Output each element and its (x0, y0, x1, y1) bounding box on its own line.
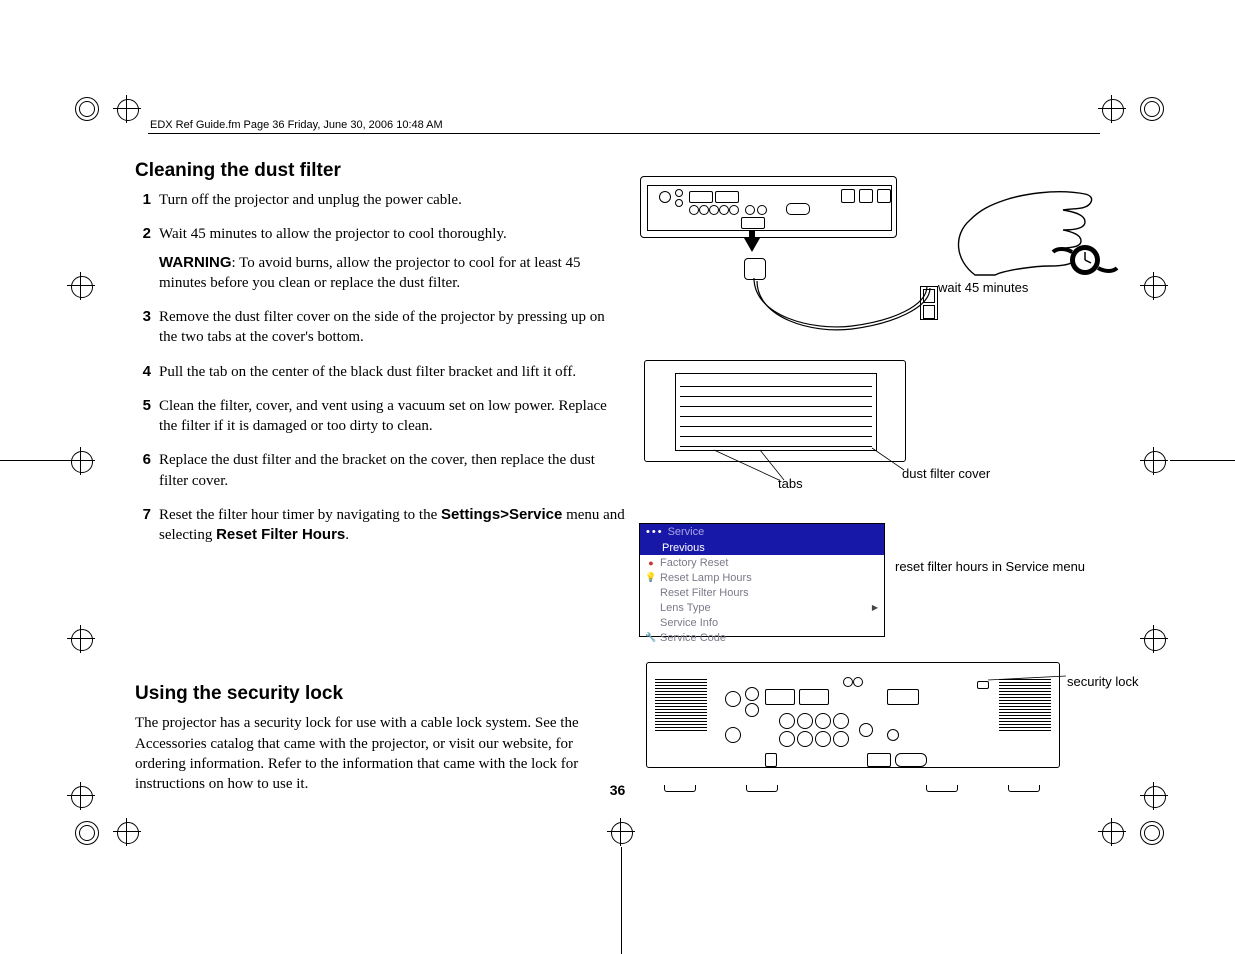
menu-item-reset-lamp: 💡Reset Lamp Hours (640, 570, 884, 585)
figure-unplug-projector (640, 176, 920, 346)
warning-label: WARNING (159, 254, 232, 271)
wall-outlet-icon (920, 286, 938, 320)
section-title-cleaning: Cleaning the dust filter (135, 160, 625, 182)
service-menu-caption: reset filter hours in Service menu (895, 559, 1085, 574)
crop-line-icon (0, 460, 68, 461)
arrow-down-icon (744, 238, 760, 252)
registration-dot-icon (75, 821, 99, 845)
crop-line-icon (621, 847, 622, 954)
running-head: EDX Ref Guide.fm Page 36 Friday, June 30… (150, 119, 443, 131)
chevron-right-icon: ▶ (872, 603, 878, 612)
registration-mark-icon (1140, 625, 1168, 653)
registration-mark-icon (67, 447, 95, 475)
service-menu-title: Service (668, 526, 705, 538)
registration-dot-icon (1140, 821, 1164, 845)
wait-45-label: wait 45 minutes (938, 280, 1028, 295)
menu-item-service-code: 🔧Service Code (640, 630, 884, 645)
security-lock-label: security lock (1067, 674, 1139, 689)
step-7-part-a: Reset the filter hour timer by navigatin… (159, 507, 441, 523)
registration-mark-icon (113, 95, 141, 123)
step-7: Reset the filter hour timer by navigatin… (135, 505, 625, 546)
registration-mark-icon (113, 818, 141, 846)
menu-item-previous: Previous (640, 540, 884, 555)
registration-mark-icon (67, 272, 95, 300)
step-2: Wait 45 minutes to allow the projector t… (135, 224, 625, 293)
power-cord-illustration (752, 276, 932, 336)
manual-page: EDX Ref Guide.fm Page 36 Friday, June 30… (0, 0, 1235, 954)
step-1: Turn off the projector and unplug the po… (135, 190, 625, 210)
registration-dot-icon (75, 97, 99, 121)
step-7-part-e: . (345, 527, 349, 543)
registration-mark-icon (607, 818, 635, 846)
hand-watch-illustration (935, 180, 1135, 290)
figure-wait-hand (935, 180, 1165, 290)
steps-list: Turn off the projector and unplug the po… (135, 190, 625, 545)
vent-grille-icon (655, 677, 707, 755)
step-4: Pull the tab on the center of the black … (135, 362, 625, 382)
step-3: Remove the dust filter cover on the side… (135, 307, 625, 348)
page-number: 36 (0, 782, 1235, 798)
step-6: Replace the dust filter and the bracket … (135, 450, 625, 491)
menu-item-reset-filter: Reset Filter Hours (640, 585, 884, 600)
section-title-security: Using the security lock (135, 683, 625, 705)
service-menu-title-bar: •••Service (640, 524, 884, 540)
tabs-label: tabs (778, 476, 803, 491)
section-security-lock: Using the security lock The projector ha… (135, 683, 625, 794)
service-menu-screenshot: •••Service Previous ●Factory Reset 💡Rese… (639, 523, 885, 637)
step-7-menu-path: Settings>Service (441, 506, 562, 523)
projector-top-illustration (640, 176, 897, 238)
registration-mark-icon (67, 625, 95, 653)
registration-dot-icon (1140, 97, 1164, 121)
step-5: Clean the filter, cover, and vent using … (135, 396, 625, 437)
step-7-menu-item: Reset Filter Hours (216, 526, 345, 543)
registration-mark-icon (1098, 818, 1126, 846)
registration-mark-icon (1140, 447, 1168, 475)
dust-filter-cover-label: dust filter cover (902, 466, 990, 481)
menu-item-service-info: Service Info (640, 615, 884, 630)
text-column: Cleaning the dust filter Turn off the pr… (135, 160, 625, 794)
header-rule (148, 133, 1100, 135)
step-2-text: Wait 45 minutes to allow the projector t… (159, 226, 507, 242)
menu-item-factory-reset: ●Factory Reset (640, 555, 884, 570)
menu-item-lens-type: Lens Type▶ (640, 600, 884, 615)
registration-mark-icon (1098, 95, 1126, 123)
warning-block: WARNING: To avoid burns, allow the proje… (159, 253, 625, 294)
figure-security-lock (646, 656, 1058, 786)
crop-line-icon (1170, 460, 1235, 461)
